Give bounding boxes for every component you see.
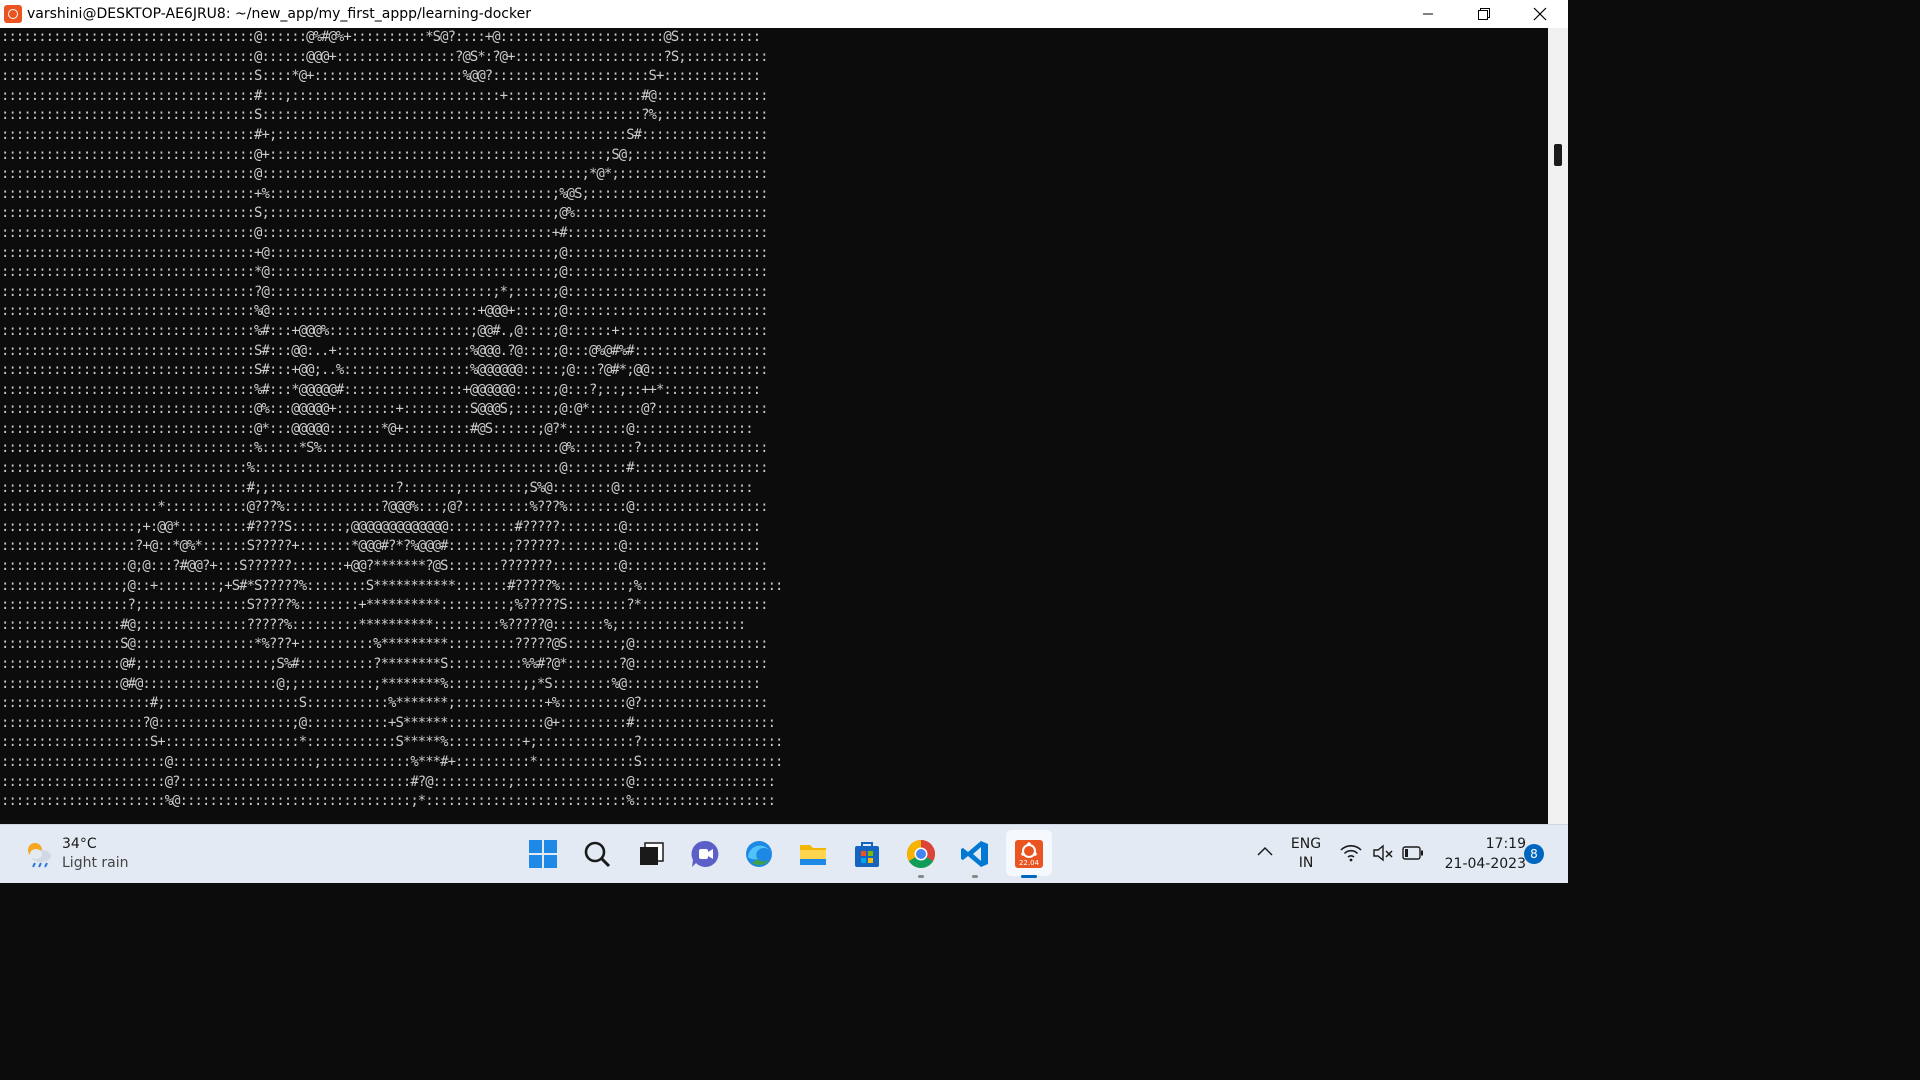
chevron-up-icon[interactable]	[1256, 843, 1274, 861]
close-icon	[1533, 7, 1547, 21]
ubuntu-version-badge: 22.04	[1019, 859, 1040, 867]
weather-temperature: 34°C	[62, 836, 97, 852]
terminal-text: ::::::::::::::::::::::::::::::::::@:::::…	[0, 28, 1548, 812]
store-icon	[855, 842, 879, 867]
window-title: varshini@DESKTOP-AE6JRU8: ~/new_app/my_f…	[27, 6, 531, 22]
window-controls	[1400, 0, 1568, 28]
teams-chat-button[interactable]	[678, 825, 732, 883]
terminal-line: ::::::::::::::::::::::::::::::::::@:::::…	[1, 48, 769, 65]
windows-icon	[529, 840, 557, 868]
terminal-line: ::::::::::::::::::::::::::::::::::@:::::…	[1, 29, 761, 45]
clock[interactable]: 17:19 21-04-2023	[1436, 834, 1526, 874]
terminal-line: ::::::::::::::::S@::::::::::::::::*%???+…	[1, 636, 769, 653]
ubuntu-app-icon	[4, 5, 22, 23]
file-explorer-button[interactable]	[786, 825, 840, 883]
battery-icon[interactable]	[1402, 846, 1424, 860]
search-icon	[584, 841, 611, 868]
terminal-line: ::::::::::::::::::::::::::::::::::?@::::…	[1, 283, 769, 300]
terminal-line: ::::::::::::::::::::::@:::::::::::::::::…	[1, 753, 783, 770]
vscode-icon	[961, 841, 988, 867]
terminal-line: ::::::::::::::::::::::::::::::::::#+;:::…	[1, 126, 769, 143]
terminal-line: ::::::::::::::::::::::::::::::::::+@::::…	[1, 244, 769, 261]
terminal-line: :::::::::::::::::::::::::::::::::#;;::::…	[1, 479, 754, 496]
terminal-line: ::::::::::::::::::::::::::::::::::@:::::…	[1, 166, 769, 183]
terminal-line: ::::::::::::::::::::::::::::::::::S#:::@…	[1, 342, 769, 359]
terminal-line: ::::::::::::::::@#;:::::::::::::::::;S%#…	[1, 656, 769, 672]
edge-icon	[746, 841, 772, 867]
terminal-line: ::::::::::::::::;@::+::::::::;+S#*S?????…	[1, 577, 783, 594]
chrome-button[interactable]	[894, 825, 948, 883]
terminal-line: ::::::::::::::::::::::::::::::::::S#:::+…	[1, 362, 769, 379]
task-view-button[interactable]	[624, 825, 678, 883]
terminal-line: ::::::::::::::::::::::::::::::::::@+::::…	[1, 146, 769, 163]
chrome-icon	[907, 840, 935, 868]
scrollbar-thumb[interactable]	[1554, 144, 1562, 166]
language-region: IN	[1298, 855, 1314, 871]
edge-button[interactable]	[732, 825, 786, 883]
terminal-line: ::::::::::::::::::::::::::::::::::@:::::…	[1, 224, 769, 241]
terminal-line: ::::::::::::::::::?+@::*@%*::::::S?????+…	[1, 538, 761, 555]
clock-time: 17:19	[1485, 836, 1526, 852]
window-titlebar[interactable]: varshini@DESKTOP-AE6JRU8: ~/new_app/my_f…	[0, 0, 1568, 28]
terminal-line: :::::::::::::::::?;::::::::::::::S?????%…	[1, 597, 769, 614]
terminal-scrollbar[interactable]	[1548, 28, 1568, 824]
terminal-line: :::::::::::::::::@;@:::?#@@?+:::S??????:…	[1, 558, 769, 575]
weather-condition: Light rain	[62, 855, 129, 871]
close-button[interactable]	[1512, 0, 1568, 28]
terminal-line: ::::::::::::::::#@;::::::::::::::?????%:…	[1, 616, 746, 633]
terminal-line: ::::::::::::::::::::S+::::::::::::::::::…	[1, 734, 783, 751]
restore-icon	[1478, 8, 1490, 20]
terminal-line: ::::::::::::::::::::::::::::::::::%#:::+…	[1, 322, 769, 339]
minimize-icon	[1423, 13, 1433, 15]
teams-chat-icon	[691, 840, 719, 867]
folder-icon	[800, 845, 826, 865]
terminal-line: ::::::::::::::::::::::::::::::::::@%:::@…	[1, 401, 769, 418]
taskbar: 34°C Light rain 22.04 ENG IN 17:19 21-04…	[0, 824, 1568, 883]
terminal-line: ::::::::::::::::::::::::::::::::::*@::::…	[1, 264, 769, 281]
terminal-line: ::::::::::::::::::::::::::::::::::%@::::…	[1, 303, 769, 320]
terminal-line: ::::::::::::::::::::::@?::::::::::::::::…	[1, 773, 776, 790]
terminal-line: ::::::::::::::::::::::%@::::::::::::::::…	[1, 793, 776, 810]
task-view-icon	[640, 842, 664, 865]
terminal-line: :::::::::::::::::::::*:::::::::::@???%::…	[1, 499, 769, 516]
sound-muted-icon[interactable]	[1372, 844, 1394, 862]
terminal-line: ::::::::::::::::::::::::::::::::::#:::;:…	[1, 87, 769, 104]
ubuntu-button[interactable]: 22.04	[1002, 825, 1056, 883]
ubuntu-icon: 22.04	[1015, 840, 1043, 868]
restore-button[interactable]	[1456, 0, 1512, 28]
clock-date: 21-04-2023	[1444, 856, 1526, 872]
search-button[interactable]	[570, 825, 624, 883]
terminal-line: :::::::::::::::::::::::::::::::::%::::::…	[1, 460, 769, 477]
terminal-line: ::::::::::::::::@#@::::::::::::::::::@;;…	[1, 675, 761, 692]
weather-widget[interactable]: 34°C Light rain	[24, 835, 129, 873]
terminal-line: ::::::::::::::::::::#;::::::::::::::::::…	[1, 695, 769, 712]
terminal-line: ::::::::::::::::::::::::::::::::::S:::::…	[1, 107, 769, 124]
weather-rain-icon	[24, 839, 54, 869]
terminal-line: ::::::::::::::::::::::::::::::::::+%::::…	[1, 185, 769, 202]
vscode-button[interactable]	[948, 825, 1002, 883]
terminal-line: ::::::::::::::::::::::::::::::::::@*:::@…	[1, 420, 754, 437]
terminal-line: ::::::::::::::::::::::::::::::::::S::::*…	[1, 68, 761, 85]
terminal-line: :::::::::::::::::::?@::::::::::::::::::;…	[1, 714, 776, 731]
language-code: ENG	[1290, 836, 1322, 852]
wifi-icon[interactable]	[1340, 844, 1362, 862]
taskbar-apps: 22.04	[516, 825, 1056, 883]
terminal-output[interactable]: ::::::::::::::::::::::::::::::::::@:::::…	[0, 28, 1548, 824]
terminal-line: ::::::::::::::::::::::::::::::::::%#:::*…	[1, 381, 761, 398]
notification-badge[interactable]: 8	[1524, 844, 1544, 864]
minimize-button[interactable]	[1400, 0, 1456, 28]
terminal-line: ::::::::::::::::::;+:@@*:::::::::#????S:…	[1, 518, 761, 535]
terminal-line: ::::::::::::::::::::::::::::::::::%:::::…	[1, 440, 769, 457]
language-indicator[interactable]: ENG IN	[1286, 835, 1326, 873]
terminal-line: ::::::::::::::::::::::::::::::::::S;::::…	[1, 205, 769, 222]
start-button[interactable]	[516, 825, 570, 883]
microsoft-store-button[interactable]	[840, 825, 894, 883]
